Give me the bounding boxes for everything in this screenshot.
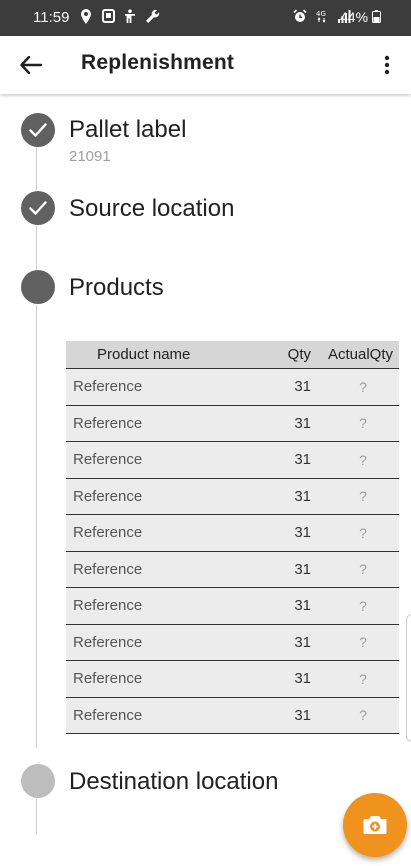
cell-product-name: Reference	[73, 597, 143, 615]
battery-level: 44%	[340, 9, 381, 25]
svg-text:4G: 4G	[316, 10, 326, 18]
cell-actual-qty[interactable]: ?	[311, 707, 399, 723]
cell-qty: 31	[294, 633, 311, 651]
step-connector	[36, 799, 37, 835]
cell-actual-qty[interactable]: ?	[311, 598, 399, 614]
step-done-indicator	[21, 113, 55, 147]
table-header: Product name Qty ActualQty	[66, 341, 399, 369]
header-actual-qty: ActualQty	[327, 346, 393, 363]
location-icon	[78, 8, 94, 24]
table-row[interactable]: Reference 31?	[66, 624, 399, 661]
step-title-source-location[interactable]: Source location	[69, 195, 234, 223]
status-bar: 11:59 4G 44%	[0, 0, 411, 36]
table-row[interactable]: Reference 31?	[66, 442, 399, 479]
step-title-pallet-label[interactable]: Pallet label	[69, 116, 186, 144]
cell-product-name: Reference	[73, 378, 143, 396]
back-button[interactable]	[12, 46, 50, 84]
wrench-icon	[144, 8, 160, 24]
check-icon	[29, 123, 47, 137]
cell-product-name: Reference	[73, 633, 143, 651]
cell-actual-qty[interactable]: ?	[311, 525, 399, 541]
check-icon	[29, 201, 47, 215]
table-row[interactable]: Reference 31?	[66, 551, 399, 588]
edge-panel-handle[interactable]	[406, 614, 411, 742]
cell-qty: 31	[294, 560, 311, 578]
more-vert-icon	[384, 55, 390, 75]
cell-qty: 31	[294, 706, 311, 724]
cell-product-name: Reference	[73, 670, 143, 688]
cell-product-name: Reference	[73, 487, 143, 505]
app-bar: Replenishment	[0, 36, 411, 94]
alarm-icon	[292, 8, 308, 24]
table-row[interactable]: Reference 31?	[66, 588, 399, 625]
cell-qty: 31	[294, 414, 311, 432]
cell-product-name: Reference	[73, 560, 143, 578]
table-row[interactable]: Reference 31?	[66, 405, 399, 442]
page-title: Replenishment	[81, 51, 235, 74]
cell-product-name: Reference	[73, 524, 143, 542]
cell-qty: 31	[294, 524, 311, 542]
cell-actual-qty[interactable]: ?	[311, 379, 399, 395]
cell-product-name: Reference	[73, 451, 143, 469]
camera-fab-button[interactable]	[343, 793, 407, 857]
step-connector	[36, 226, 37, 270]
cell-qty: 31	[294, 670, 311, 688]
pallet-label-value: 21091	[69, 148, 111, 165]
step-title-destination-location[interactable]: Destination location	[69, 768, 278, 796]
cell-actual-qty[interactable]: ?	[311, 415, 399, 431]
cell-qty: 31	[294, 597, 311, 615]
step-active-indicator	[21, 270, 55, 304]
header-product-name: Product name	[97, 346, 191, 363]
products-table: Product name Qty ActualQty Reference 31? …	[66, 341, 399, 734]
cell-actual-qty[interactable]: ?	[311, 452, 399, 468]
cell-product-name: Reference	[73, 414, 143, 432]
screenshot-icon	[100, 8, 116, 24]
cell-qty: 31	[294, 378, 311, 396]
step-connector	[36, 147, 37, 191]
cell-actual-qty[interactable]: ?	[311, 671, 399, 687]
camera-icon	[363, 816, 387, 834]
4g-icon: 4G	[314, 8, 330, 24]
status-icons-left	[78, 8, 160, 24]
table-row[interactable]: Reference 31?	[66, 369, 399, 406]
table-row[interactable]: Reference 31?	[66, 515, 399, 552]
header-qty: Qty	[287, 346, 311, 363]
battery-icon	[371, 10, 381, 23]
cell-product-name: Reference	[73, 706, 143, 724]
step-title-products[interactable]: Products	[69, 274, 164, 302]
cell-qty: 31	[294, 451, 311, 469]
cell-actual-qty[interactable]: ?	[311, 634, 399, 650]
step-done-indicator	[21, 191, 55, 225]
accessibility-icon	[122, 8, 138, 24]
cell-actual-qty[interactable]: ?	[311, 561, 399, 577]
step-pending-indicator	[21, 764, 55, 798]
battery-percent: 44%	[340, 9, 369, 25]
table-row[interactable]: Reference 31?	[66, 478, 399, 515]
overflow-menu-button[interactable]	[370, 46, 404, 84]
cell-actual-qty[interactable]: ?	[311, 488, 399, 504]
table-row[interactable]: Reference 31?	[66, 661, 399, 698]
step-connector	[36, 305, 37, 748]
status-time: 11:59	[33, 9, 70, 26]
arrow-back-icon	[20, 56, 42, 74]
table-row[interactable]: Reference 31?	[66, 697, 399, 734]
cell-qty: 31	[294, 487, 311, 505]
